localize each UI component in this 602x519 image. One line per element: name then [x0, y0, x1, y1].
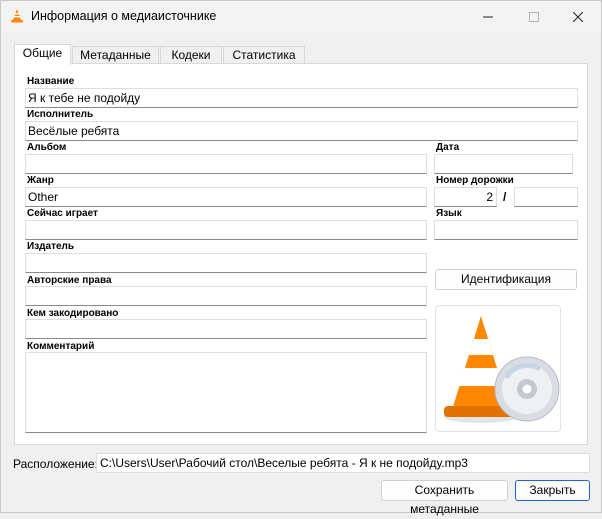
- language-field[interactable]: [434, 220, 578, 240]
- artist-field[interactable]: Весёлые ребята: [25, 121, 578, 141]
- tab-metadata[interactable]: Метаданные: [72, 46, 159, 64]
- location-label: Расположение:: [13, 457, 98, 471]
- album-label: Альбом: [27, 142, 67, 153]
- vlc-cone-disc-icon: [443, 316, 560, 423]
- identify-button[interactable]: Идентификация: [435, 269, 577, 290]
- save-metadata-button[interactable]: Сохранить метаданные: [381, 480, 508, 516]
- copyright-field[interactable]: [25, 286, 427, 306]
- track-total-field[interactable]: [514, 187, 578, 207]
- album-field[interactable]: [25, 154, 427, 174]
- genre-label: Жанр: [27, 175, 54, 186]
- window-title: Информация о медиаисточнике: [31, 9, 217, 23]
- title-label: Название: [27, 76, 75, 87]
- genre-field[interactable]: Other: [25, 187, 427, 207]
- copyright-label: Авторские права: [27, 275, 112, 286]
- track-number-label: Номер дорожки: [436, 175, 514, 186]
- close-icon: [573, 11, 583, 22]
- minimize-icon: [483, 16, 493, 17]
- track-separator: /: [503, 190, 507, 204]
- close-window-button[interactable]: [555, 1, 601, 32]
- date-field[interactable]: [434, 154, 573, 174]
- tab-codecs[interactable]: Кодеки: [160, 46, 222, 64]
- title-field[interactable]: Я к тебе не подойду: [25, 88, 578, 108]
- publisher-field[interactable]: [25, 253, 427, 273]
- comment-field[interactable]: [25, 352, 427, 433]
- date-label: Дата: [436, 142, 460, 153]
- tab-general[interactable]: Общие: [14, 44, 71, 65]
- media-info-window: Информация о медиаисточнике Общие Метада…: [0, 0, 602, 516]
- publisher-label: Издатель: [27, 241, 75, 252]
- maximize-button[interactable]: [511, 1, 557, 32]
- track-number-field[interactable]: 2: [434, 187, 497, 207]
- vlc-cone-icon: [11, 9, 23, 23]
- now-playing-field[interactable]: [25, 220, 427, 240]
- tab-statistics[interactable]: Статистика: [223, 46, 305, 64]
- location-field[interactable]: C:\Users\User\Рабочий стол\Веселые ребят…: [96, 453, 590, 473]
- title-bar[interactable]: Информация о медиаисточнике: [1, 1, 601, 32]
- artist-label: Исполнитель: [27, 109, 94, 120]
- general-panel: Название Я к тебе не подойду Исполнитель…: [14, 63, 588, 445]
- maximize-icon: [529, 11, 539, 22]
- close-button[interactable]: Закрыть: [515, 480, 590, 501]
- minimize-button[interactable]: [465, 1, 511, 32]
- language-label: Язык: [436, 208, 462, 219]
- encoded-by-field[interactable]: [25, 319, 427, 339]
- now-playing-label: Сейчас играет: [27, 208, 98, 219]
- comment-label: Комментарий: [27, 341, 95, 352]
- artwork-box: [435, 305, 561, 432]
- encoded-by-label: Кем закодировано: [27, 308, 119, 319]
